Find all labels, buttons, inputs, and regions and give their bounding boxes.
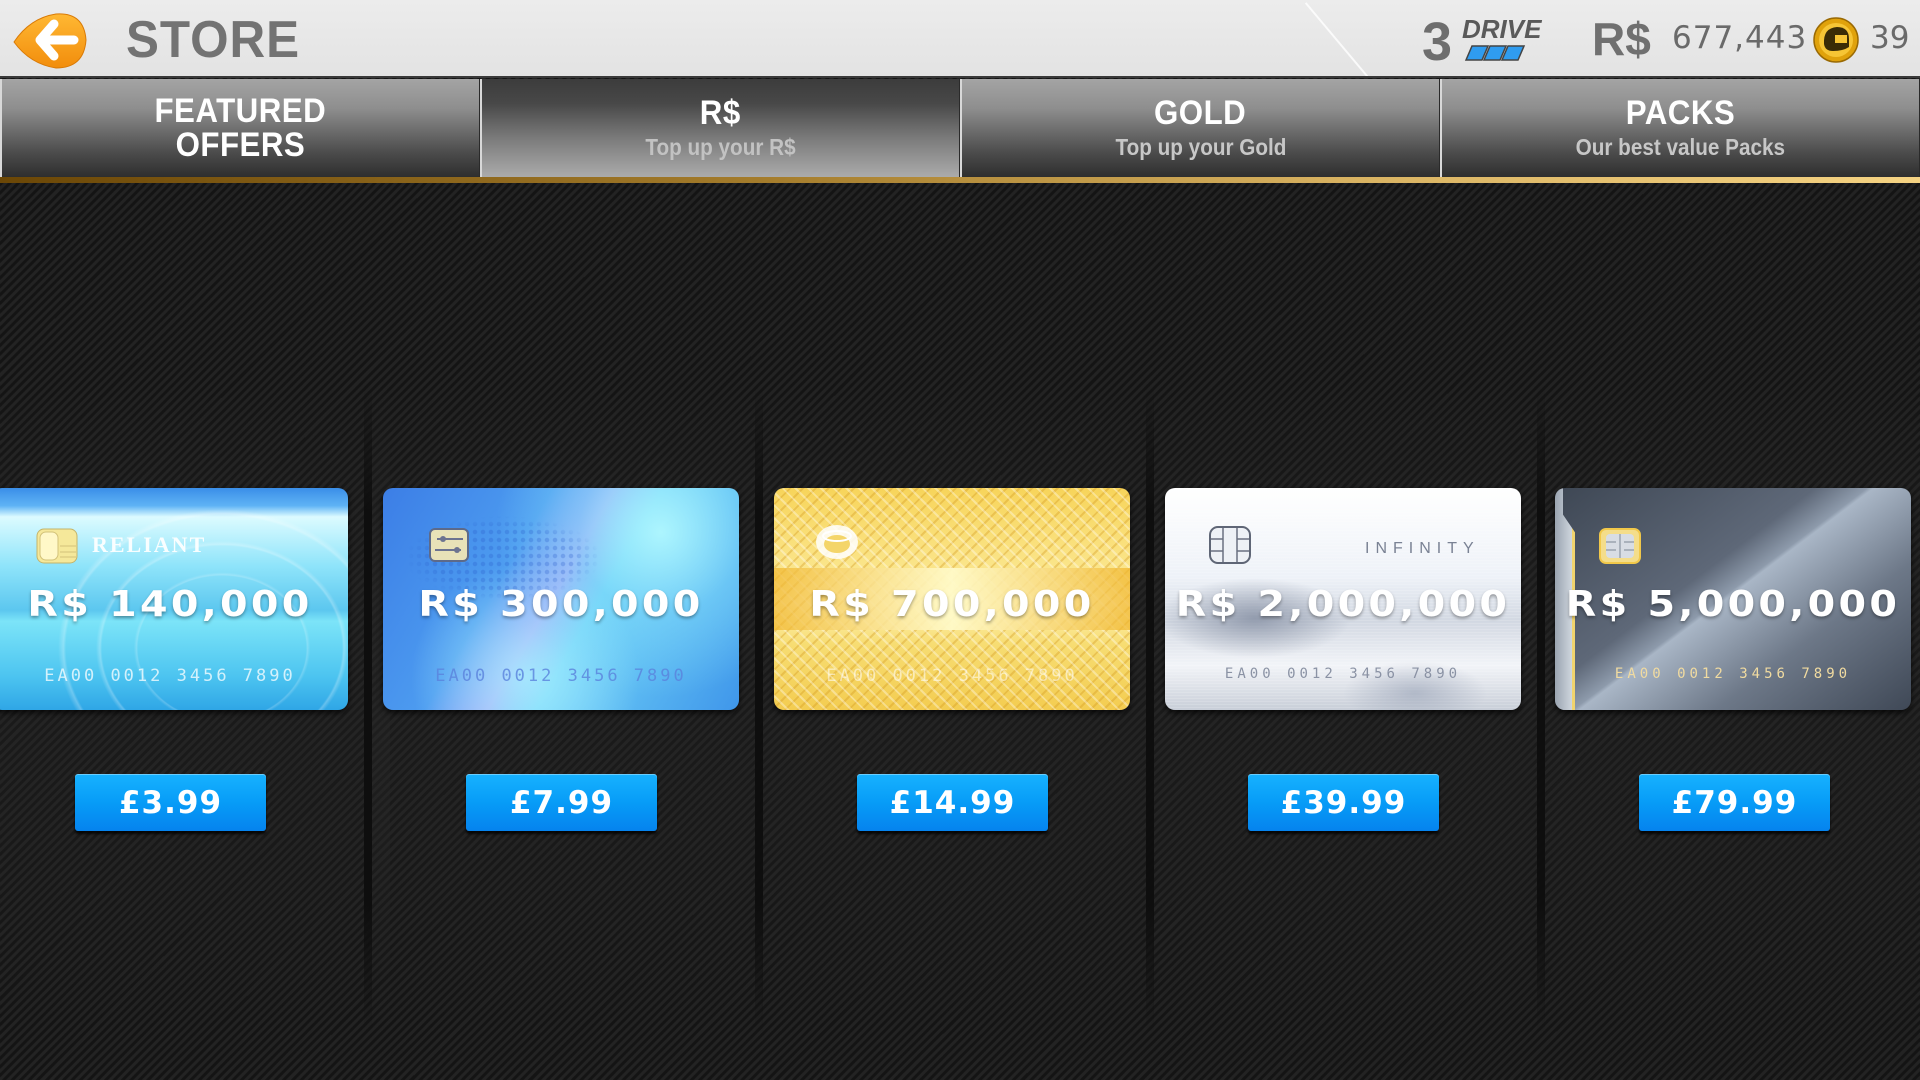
- brand-logo-word: DRIVE: [1462, 14, 1542, 44]
- rs-balance: 677,443: [1672, 20, 1808, 56]
- gold-balance: 39: [1870, 20, 1910, 56]
- tab-featured-offers[interactable]: FEATURED OFFERS: [0, 79, 480, 177]
- page-title: STORE: [126, 11, 301, 69]
- brand-logo: 3 DRIVE: [1422, 12, 1576, 72]
- card-amount: R$ 300,000: [418, 584, 704, 625]
- card-brand-name: INFINITY: [1365, 540, 1480, 557]
- card-amount: R$ 140,000: [27, 584, 313, 625]
- tab-gold[interactable]: GOLD Top up your Gold: [960, 79, 1440, 177]
- card-number: EA00 0012 3456 7890: [1614, 666, 1852, 682]
- tab-packs[interactable]: PACKS Our best value Packs: [1440, 79, 1920, 177]
- offer-card-140000[interactable]: RELIANT R$ 140,000 EA00 0012 3456 7890: [0, 488, 348, 710]
- offer-card-5000000[interactable]: R$ 5,000,000 EA00 0012 3456 7890: [1555, 488, 1911, 710]
- card-emblem-icon: [814, 522, 860, 562]
- card-brand-name: RELIANT: [92, 532, 207, 557]
- tab-label: GOLD: [1154, 93, 1247, 132]
- offer-card-300000[interactable]: R$ 300,000 EA00 0012 3456 7890: [383, 488, 739, 710]
- tab-label-line2: OFFERS: [175, 126, 306, 164]
- buy-button-2000000[interactable]: £39.99: [1248, 774, 1439, 831]
- tab-subtitle: Our best value Packs: [1575, 133, 1786, 160]
- top-bar: STORE 3 DRIVE R$ 677,443 39: [0, 0, 1920, 78]
- card-number: EA00 0012 3456 7890: [1224, 666, 1462, 682]
- rs-currency-symbol: R$: [1592, 13, 1651, 65]
- tab-label: R$: [700, 93, 741, 132]
- card-chip-icon: [1599, 528, 1641, 564]
- offers-list: RELIANT R$ 140,000 EA00 0012 3456 7890 £…: [0, 183, 1920, 1080]
- card-chip-icon: [36, 528, 78, 564]
- card-amount: R$ 5,000,000: [1565, 584, 1901, 625]
- tab-label: FEATURED: [154, 92, 327, 130]
- column-divider: [364, 383, 372, 1033]
- brand-logo-bars-icon: [1464, 45, 1526, 61]
- card-chip-icon: [429, 528, 469, 562]
- offer-card-2000000[interactable]: INFINITY R$ 2,000,000 EA00 0012 3456 789…: [1165, 488, 1521, 710]
- offer-card-700000[interactable]: R$ 700,000 EA00 0012 3456 7890: [774, 488, 1130, 710]
- buy-button-5000000[interactable]: £79.99: [1639, 774, 1830, 831]
- tab-subtitle: Top up your R$: [645, 133, 796, 160]
- brand-logo-number: 3: [1422, 14, 1452, 64]
- tab-subtitle: Top up your Gold: [1115, 133, 1286, 160]
- card-amount: R$ 700,000: [809, 584, 1095, 625]
- column-divider: [1146, 383, 1154, 1033]
- store-tabs: FEATURED OFFERS R$ Top up your R$ GOLD T…: [0, 79, 1920, 177]
- buy-button-700000[interactable]: £14.99: [857, 774, 1048, 831]
- card-amount: R$ 2,000,000: [1175, 584, 1511, 625]
- card-number: EA00 0012 3456 7890: [435, 666, 687, 686]
- arrow-left-icon: [13, 13, 87, 69]
- tab-label: PACKS: [1625, 93, 1736, 132]
- column-divider: [1537, 383, 1545, 1033]
- card-chip-icon: [1209, 526, 1251, 564]
- column-divider: [755, 383, 763, 1033]
- card-number: EA00 0012 3456 7890: [826, 666, 1078, 686]
- tab-rs[interactable]: R$ Top up your R$: [480, 79, 960, 177]
- buy-button-140000[interactable]: £3.99: [75, 774, 266, 831]
- helmet-coin-icon: [1813, 17, 1859, 63]
- back-button[interactable]: [10, 8, 88, 72]
- card-number: EA00 0012 3456 7890: [44, 666, 296, 686]
- buy-button-300000[interactable]: £7.99: [466, 774, 657, 831]
